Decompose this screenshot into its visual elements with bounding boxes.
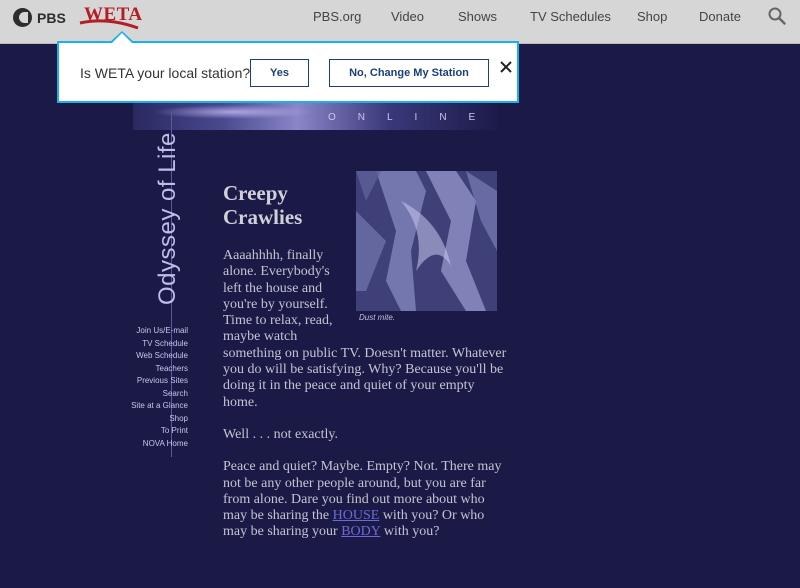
nav-links: PBS.org Video Shows TV Schedules Shop Do… (0, 0, 800, 32)
nav-link-donate[interactable]: Donate (699, 9, 741, 24)
sidebar-link-search[interactable]: Search (112, 388, 188, 401)
para3-part3: with you? (383, 524, 440, 540)
search-icon[interactable] (768, 7, 786, 25)
sidebar-title[interactable]: Odyssey of Life (154, 132, 182, 305)
popup-caret (109, 31, 135, 44)
para1-first-part: Aaaahhhh, finally alone. Everybody's lef… (223, 248, 333, 345)
para2: Well . . . not exactly. (223, 426, 338, 442)
nav-link-shows[interactable]: Shows (458, 9, 497, 24)
house-link[interactable]: HOUSE (333, 508, 380, 523)
nav-link-tv-schedules[interactable]: TV Schedules (530, 9, 611, 24)
sidebar-link-site-at-a-glance[interactable]: Site at a Glance (112, 400, 188, 413)
article-body: Aaaahhhh, finally alone. Everybody's lef… (223, 248, 508, 557)
local-station-popup: Is WETA your local station? Yes No, Chan… (57, 31, 519, 103)
sidebar-link-shop[interactable]: Shop (112, 413, 188, 426)
nav-link-shop[interactable]: Shop (637, 9, 667, 24)
banner-online-text: ONLINE (328, 112, 498, 123)
sidebar-link-teachers[interactable]: Teachers (112, 363, 188, 376)
sidebar-link-previous-sites[interactable]: Previous Sites (112, 375, 188, 388)
para1-second-part: something on public TV. Doesn't matter. … (223, 345, 507, 410)
close-icon[interactable] (499, 60, 513, 74)
nav-link-video[interactable]: Video (391, 9, 424, 24)
nav-link-pbs-org[interactable]: PBS.org (313, 9, 361, 24)
banner-glow (153, 105, 313, 119)
sidebar-link-join-us[interactable]: Join Us/E-mail (112, 325, 188, 338)
yes-button[interactable]: Yes (250, 59, 309, 87)
article-heading: Creepy Crawlies (223, 181, 303, 229)
nova-online-banner: ONLINE (133, 103, 498, 130)
sidebar-link-tv-schedule[interactable]: TV Schedule (112, 338, 188, 351)
sidebar-link-nova-home[interactable]: NOVA Home (112, 438, 188, 451)
body-link[interactable]: BODY (341, 524, 380, 539)
popup-question: Is WETA your local station? (80, 65, 251, 81)
sidebar-nav: Join Us/E-mail TV Schedule Web Schedule … (112, 325, 188, 450)
sidebar-link-web-schedule[interactable]: Web Schedule (112, 350, 188, 363)
change-station-button[interactable]: No, Change My Station (329, 59, 489, 87)
sidebar-link-to-print[interactable]: To Print (112, 425, 188, 438)
